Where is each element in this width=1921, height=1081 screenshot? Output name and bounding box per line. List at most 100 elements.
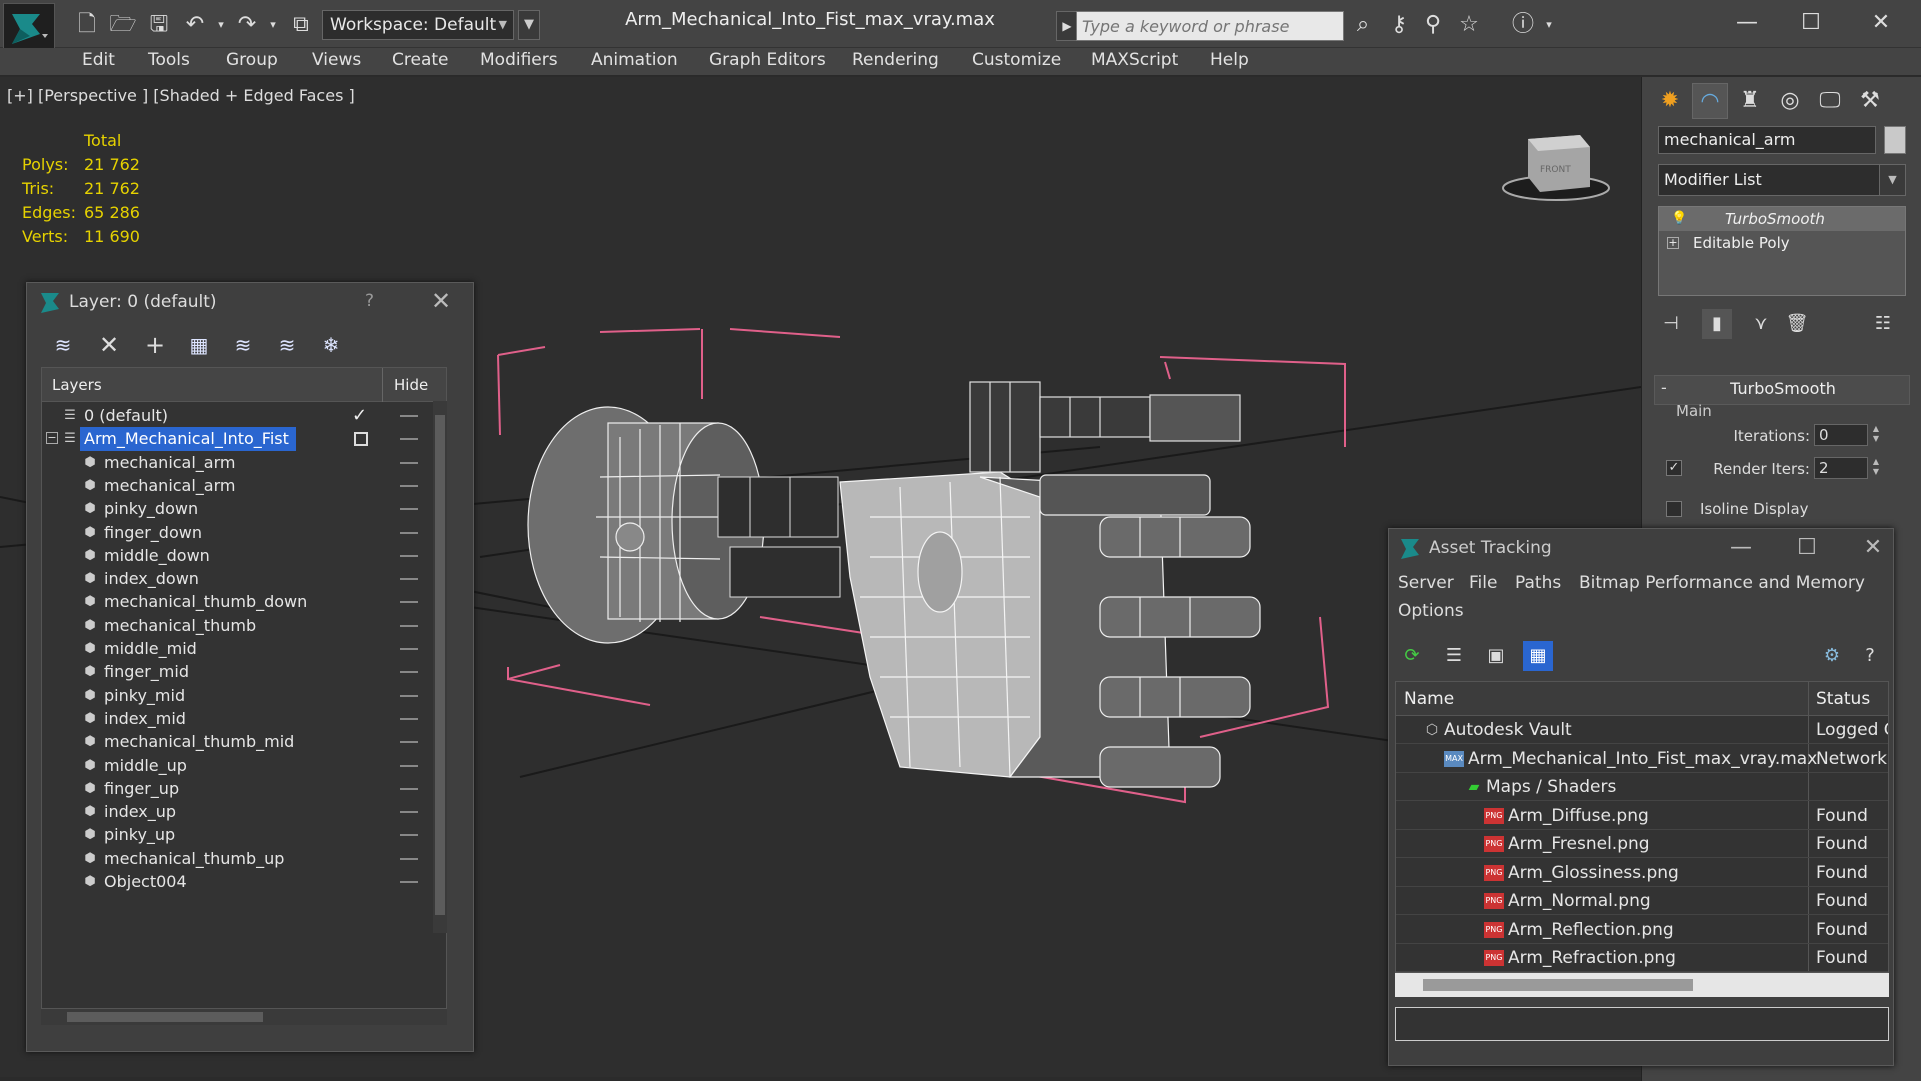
utilities-tab-icon[interactable]: ⚒	[1852, 83, 1888, 119]
modify-tab-icon[interactable]: ◠	[1692, 83, 1728, 119]
hide-toggle[interactable]	[400, 834, 418, 837]
menu-modifiers[interactable]: Modifiers	[480, 50, 558, 70]
new-file-icon[interactable]: 🗋	[72, 10, 102, 40]
minimize-icon[interactable]: —	[1724, 6, 1770, 40]
show-end-result-icon[interactable]: ▮	[1702, 309, 1732, 339]
hide-toggle[interactable]	[400, 764, 418, 767]
project-folder-icon[interactable]: ⧉	[286, 10, 316, 40]
workspace-options-button[interactable]: ▼	[518, 10, 540, 40]
asset-row[interactable]: PNG Arm_Fresnel.png Found	[1396, 830, 1888, 858]
close-icon[interactable]: ✕	[431, 287, 451, 315]
column-header-name[interactable]: Name	[1404, 689, 1454, 709]
add-to-layer-icon[interactable]: +	[139, 329, 171, 361]
make-unique-icon[interactable]: ⋎	[1746, 309, 1776, 339]
menu-paths[interactable]: Paths	[1515, 573, 1561, 593]
hide-toggle[interactable]	[400, 741, 418, 744]
hide-toggle[interactable]	[400, 857, 418, 860]
spinner-arrows-icon[interactable]: ▲ ▼	[1870, 457, 1882, 479]
hide-toggle[interactable]	[400, 508, 418, 511]
freeze-all-layers-icon[interactable]: ❄	[315, 329, 347, 361]
close-icon[interactable]: ✕	[1853, 533, 1893, 563]
hide-toggle[interactable]	[400, 694, 418, 697]
hide-toggle[interactable]	[400, 671, 418, 674]
table-view-icon[interactable]: ▦	[1523, 641, 1553, 671]
display-tab-icon[interactable]: 🖵	[1812, 83, 1848, 119]
menu-tools[interactable]: Tools	[148, 50, 190, 70]
new-layer-icon[interactable]: ≋	[47, 329, 79, 361]
menu-rendering[interactable]: Rendering	[852, 50, 939, 70]
menu-create[interactable]: Create	[392, 50, 449, 70]
modifier-list-dropdown[interactable]: Modifier List ▼	[1658, 164, 1906, 196]
hide-toggle[interactable]	[400, 601, 418, 604]
hide-toggle[interactable]	[400, 811, 418, 814]
column-header-layers[interactable]: Layers	[52, 376, 102, 394]
binoculars-icon[interactable]: ⌕	[1348, 10, 1378, 40]
column-header-hide[interactable]: Hide	[394, 376, 428, 394]
maximize-icon[interactable]: ☐	[1787, 533, 1827, 563]
hide-toggle[interactable]	[400, 648, 418, 650]
menu-graph-editors[interactable]: Graph Editors	[709, 50, 826, 70]
app-menu-button[interactable]	[3, 3, 55, 53]
isoline-display-checkbox[interactable]	[1666, 501, 1682, 517]
column-divider[interactable]	[382, 368, 383, 402]
close-icon[interactable]: ✕	[1858, 6, 1904, 40]
thumbnail-view-icon[interactable]: ▣	[1481, 641, 1511, 671]
asset-row[interactable]: PNG Arm_Diffuse.png Found	[1396, 802, 1888, 830]
hide-toggle[interactable]	[400, 787, 418, 790]
active-layer-box-icon[interactable]	[354, 432, 368, 447]
select-objects-in-layer-icon[interactable]: ▦	[183, 329, 215, 361]
create-tab-icon[interactable]: ✹	[1652, 83, 1688, 119]
delete-layer-icon[interactable]: ✕	[93, 329, 125, 361]
asset-row[interactable]: PNG Arm_Refraction.png Found	[1396, 944, 1888, 972]
scrollbar-thumb[interactable]	[67, 1012, 263, 1022]
configure-sets-icon[interactable]: ☷	[1868, 309, 1898, 339]
spinner-arrows-icon[interactable]: ▲ ▼	[1870, 424, 1882, 446]
hide-all-layers-icon[interactable]: ≋	[271, 329, 303, 361]
stack-item-editable-poly[interactable]: + Editable Poly	[1659, 231, 1905, 255]
hide-toggle[interactable]	[400, 415, 418, 417]
workspace-select[interactable]: Workspace: Default ▼	[322, 10, 514, 40]
menu-animation[interactable]: Animation	[591, 50, 678, 70]
minimize-icon[interactable]: —	[1721, 533, 1761, 563]
asset-row[interactable]: PNG Arm_Reflection.png Found	[1396, 916, 1888, 944]
search-expand-button[interactable]: ▶	[1056, 11, 1078, 41]
object-name-field[interactable]: mechanical_arm	[1658, 126, 1876, 154]
asset-row[interactable]: PNG Arm_Glossiness.png Found	[1396, 859, 1888, 887]
layer-dialog-titlebar[interactable]: Layer: 0 (default) ? ✕	[27, 283, 473, 323]
menu-options[interactable]: Options	[1398, 601, 1464, 621]
asset-row[interactable]: ▰ Maps / Shaders	[1396, 773, 1888, 801]
help-icon[interactable]: ?	[365, 291, 374, 311]
asset-row[interactable]: PNG Arm_Normal.png Found	[1396, 887, 1888, 915]
hide-toggle[interactable]	[400, 531, 418, 534]
open-file-icon[interactable]: 🗁	[108, 10, 138, 40]
remove-modifier-icon[interactable]: 🗑	[1782, 309, 1812, 339]
menu-group[interactable]: Group	[226, 50, 278, 70]
stack-item-turbosmooth[interactable]: 💡 TurboSmooth	[1659, 207, 1905, 231]
pin-stack-icon[interactable]: ⊣	[1656, 309, 1686, 339]
asset-dialog-titlebar[interactable]: Asset Tracking — ☐ ✕	[1389, 529, 1893, 569]
hide-toggle[interactable]	[400, 554, 418, 557]
turbosmooth-rollout[interactable]: - TurboSmooth	[1654, 375, 1910, 405]
iterations-spinner[interactable]: 0	[1814, 424, 1868, 446]
hide-toggle[interactable]	[400, 578, 418, 581]
motion-tab-icon[interactable]: ◎	[1772, 83, 1808, 119]
key-icon[interactable]: ⚷	[1384, 10, 1414, 40]
viewport-label[interactable]: [+] [Perspective ] [Shaded + Edged Faces…	[7, 86, 355, 105]
menu-maxscript[interactable]: MAXScript	[1091, 50, 1178, 70]
hierarchy-tab-icon[interactable]: ♜	[1732, 83, 1768, 119]
sign-in-icon[interactable]: ⚲	[1418, 10, 1448, 40]
menu-views[interactable]: Views	[312, 50, 361, 70]
context-help-icon[interactable]: ?	[1855, 641, 1885, 671]
menu-help[interactable]: Help	[1210, 50, 1249, 70]
help-icon[interactable]: ⚙	[1817, 641, 1847, 671]
hide-toggle[interactable]	[400, 881, 418, 883]
object-color-swatch[interactable]	[1884, 126, 1906, 154]
search-input[interactable]	[1076, 11, 1344, 41]
save-file-icon[interactable]: 🖫	[144, 10, 174, 40]
column-header-status[interactable]: Status	[1816, 689, 1870, 709]
menu-file[interactable]: File	[1469, 573, 1497, 593]
help-dropdown-icon[interactable]: ▾	[1534, 10, 1564, 40]
scrollbar-thumb[interactable]	[1423, 979, 1693, 991]
hide-toggle[interactable]	[400, 461, 418, 464]
list-view-icon[interactable]: ☰	[1439, 641, 1469, 671]
